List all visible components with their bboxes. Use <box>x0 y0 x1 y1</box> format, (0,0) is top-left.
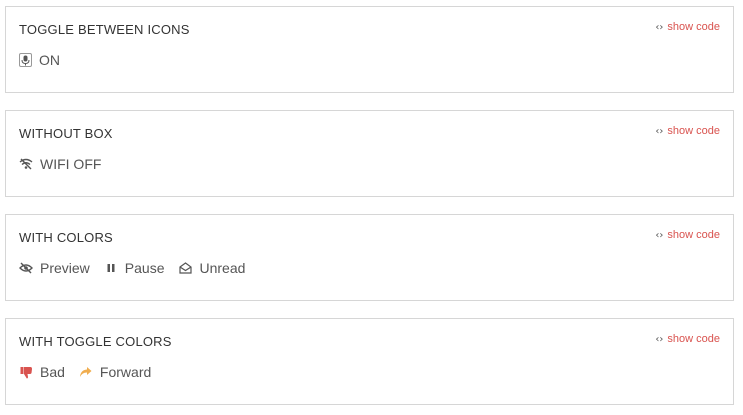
show-code-link[interactable]: ‹› show code <box>655 21 720 33</box>
panel-without-box: WITHOUT BOX ‹› show code WIFI OFF <box>5 110 734 197</box>
show-code-link[interactable]: ‹› show code <box>655 229 720 241</box>
code-icon: ‹› <box>655 21 664 33</box>
item-label: Unread <box>199 260 246 276</box>
toggle-pause[interactable]: Pause <box>104 260 165 276</box>
show-code-label: show code <box>667 125 720 137</box>
toggle-wifi-off[interactable]: WIFI OFF <box>19 156 101 172</box>
wifi-off-icon <box>19 157 33 171</box>
show-code-link[interactable]: ‹› show code <box>655 125 720 137</box>
pause-icon <box>104 261 118 275</box>
show-code-label: show code <box>667 21 720 33</box>
toggle-preview[interactable]: Preview <box>19 260 90 276</box>
panel-title: WITHOUT BOX <box>19 126 113 141</box>
share-arrow-icon <box>79 365 93 379</box>
show-code-link[interactable]: ‹› show code <box>655 333 720 345</box>
panel-toggle-between-icons: TOGGLE BETWEEN ICONS ‹› show code ON <box>5 6 734 93</box>
item-label: WIFI OFF <box>40 156 102 172</box>
panel-with-colors: WITH COLORS ‹› show code Preview Pause U… <box>5 214 734 301</box>
toggle-mic-on[interactable]: ON <box>19 52 60 68</box>
panel-with-toggle-colors: WITH TOGGLE COLORS ‹› show code Bad Forw… <box>5 318 734 405</box>
panel-title: WITH TOGGLE COLORS <box>19 334 172 349</box>
envelope-open-icon <box>179 261 193 275</box>
microphone-icon <box>19 53 32 67</box>
item-label: Forward <box>99 364 152 380</box>
item-label: Bad <box>40 364 65 380</box>
item-label: Preview <box>40 260 90 276</box>
code-icon: ‹› <box>655 333 664 345</box>
toggle-forward[interactable]: Forward <box>79 364 151 380</box>
panel-title: WITH COLORS <box>19 230 113 245</box>
toggle-unread[interactable]: Unread <box>179 260 246 276</box>
show-code-label: show code <box>667 333 720 345</box>
code-icon: ‹› <box>655 229 664 241</box>
thumbs-down-icon <box>19 365 33 379</box>
panel-title: TOGGLE BETWEEN ICONS <box>19 22 190 37</box>
eye-slash-icon <box>19 261 33 275</box>
item-label: Pause <box>124 260 165 276</box>
toggle-bad[interactable]: Bad <box>19 364 65 380</box>
item-label: ON <box>39 52 60 68</box>
code-icon: ‹› <box>655 125 664 137</box>
show-code-label: show code <box>667 229 720 241</box>
